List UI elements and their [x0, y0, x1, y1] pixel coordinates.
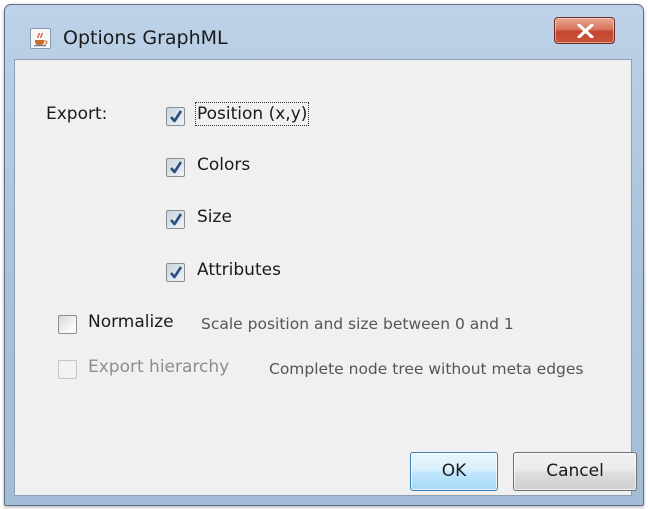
ok-button[interactable]: OK [410, 452, 498, 491]
attributes-checkbox[interactable] [166, 263, 185, 282]
dialog-window: Options GraphML Export: Position (x,y) C… [4, 4, 644, 506]
normalize-checkbox[interactable] [58, 315, 77, 334]
check-icon [170, 266, 183, 279]
dialog-content: Export: Position (x,y) Colors Size Attri… [14, 59, 637, 496]
size-checkbox[interactable] [166, 210, 185, 229]
close-icon [577, 24, 594, 38]
position-label[interactable]: Position (x,y) [194, 102, 310, 126]
check-icon [170, 161, 183, 174]
java-cup-icon [30, 28, 51, 49]
close-button[interactable] [554, 17, 615, 44]
colors-label[interactable]: Colors [197, 155, 250, 175]
cancel-button[interactable]: Cancel [513, 452, 637, 491]
normalize-description: Scale position and size between 0 and 1 [201, 315, 514, 333]
window-title: Options GraphML [63, 27, 228, 49]
colors-checkbox[interactable] [166, 158, 185, 177]
normalize-label[interactable]: Normalize [88, 312, 174, 332]
export-hierarchy-checkbox[interactable] [58, 360, 77, 379]
check-icon [170, 110, 183, 123]
attributes-label[interactable]: Attributes [197, 260, 281, 280]
export-hierarchy-label[interactable]: Export hierarchy [88, 357, 229, 377]
export-label: Export: [46, 104, 108, 124]
position-checkbox[interactable] [166, 107, 185, 126]
check-icon [170, 213, 183, 226]
size-label[interactable]: Size [197, 207, 232, 227]
title-bar[interactable]: Options GraphML [5, 5, 643, 49]
export-hierarchy-description: Complete node tree without meta edges [269, 360, 584, 378]
